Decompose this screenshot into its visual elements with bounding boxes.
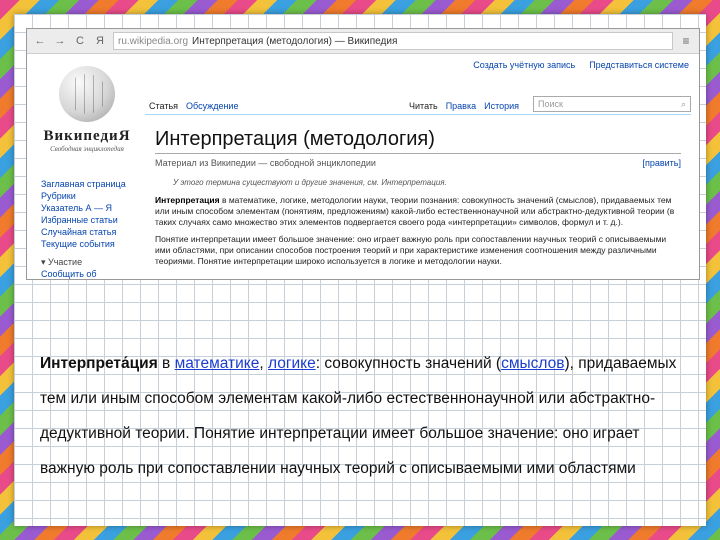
tab-history[interactable]: История [480,101,523,114]
address-bar[interactable]: ru.wikipedia.org Интерпретация (методоло… [113,32,673,50]
sidebar-item-featured[interactable]: Избранные статьи [41,214,133,226]
reload-icon[interactable]: C [73,34,87,48]
back-icon[interactable]: ← [33,34,47,48]
browser-toolbar: ← → C Я ru.wikipedia.org Интерпретация (… [27,29,699,54]
sidebar: Заглавная страница Рубрики Указатель А —… [41,178,133,279]
tab-read[interactable]: Читать [405,101,442,114]
link-logic[interactable]: логике [268,355,316,372]
overlay-term: Интерпрета́ция [40,355,158,372]
address-url: ru.wikipedia.org [118,35,189,47]
search-placeholder: Поиск [538,99,563,109]
article-paragraph-2: Понятие интерпретации имеет большое знач… [155,234,667,266]
overlay-text-3: : совокупность значений ( [315,355,502,372]
search-icon[interactable]: ⌕ [681,99,686,110]
puzzle-globe-icon [59,66,115,122]
personal-tools: Создать учётную запись Представиться сис… [473,60,689,70]
link-mathematics[interactable]: математике [175,355,260,372]
sidebar-item-report[interactable]: Сообщить об [41,268,133,279]
overlay-text-2: , [259,355,268,372]
logo-wordmark: ВикипедиЯ [43,128,131,144]
article-content: Интерпретация (методология) Материал из … [145,114,691,279]
tab-article[interactable]: Статья [145,101,182,114]
search-input[interactable]: Поиск ⌕ [533,96,691,112]
article-term: Интерпретация [155,195,220,205]
yandex-icon[interactable]: Я [93,34,107,48]
tab-edit[interactable]: Правка [442,101,480,114]
tab-discussion[interactable]: Обсуждение [182,101,242,114]
sidebar-item-index[interactable]: Указатель А — Я [41,202,133,214]
page-tab-title: Интерпретация (методология) — Википедия [192,35,398,47]
page-title: Интерпретация (методология) [155,128,681,154]
wikipedia-page: Создать учётную запись Представиться сис… [27,54,699,279]
login-link[interactable]: Представиться системе [589,60,689,70]
sidebar-item-main-page[interactable]: Заглавная страница [41,178,133,190]
create-account-link[interactable]: Создать учётную запись [473,60,575,70]
hatnote: У этого термина существуют и другие знач… [173,178,447,187]
browser-window: ← → C Я ru.wikipedia.org Интерпретация (… [26,28,700,280]
link-meanings[interactable]: смыслов [501,355,564,372]
sidebar-section-participation[interactable]: ▾ Участие [41,256,133,268]
wikipedia-logo[interactable]: ВикипедиЯ Свободная энциклопедия [37,66,137,153]
article-subtitle: Материал из Википедии — свободной энцикл… [155,158,681,168]
overlay-text-4: ), придаваемых тем или иным способом эле… [40,355,677,477]
page-tabs: Статья Обсуждение Читать Правка История … [145,96,691,115]
logo-tagline: Свободная энциклопедия [50,145,124,153]
browser-menu-icon[interactable]: ≡ [679,34,693,48]
edit-link[interactable]: [править] [642,158,681,168]
overlay-definition-text: Интерпрета́ция в математике, логике: сов… [40,346,690,486]
overlay-text-1: в [157,355,175,372]
article-p1-text: в математике, логике, методологии науки,… [155,195,675,227]
forward-icon[interactable]: → [53,34,67,48]
sidebar-item-categories[interactable]: Рубрики [41,190,133,202]
article-paragraph-1: Интерпретация в математике, логике, мето… [155,195,681,228]
sidebar-item-random[interactable]: Случайная статья [41,226,133,238]
sidebar-item-current-events[interactable]: Текущие события [41,238,133,250]
site-sub: Материал из Википедии — свободной энцикл… [155,158,376,168]
